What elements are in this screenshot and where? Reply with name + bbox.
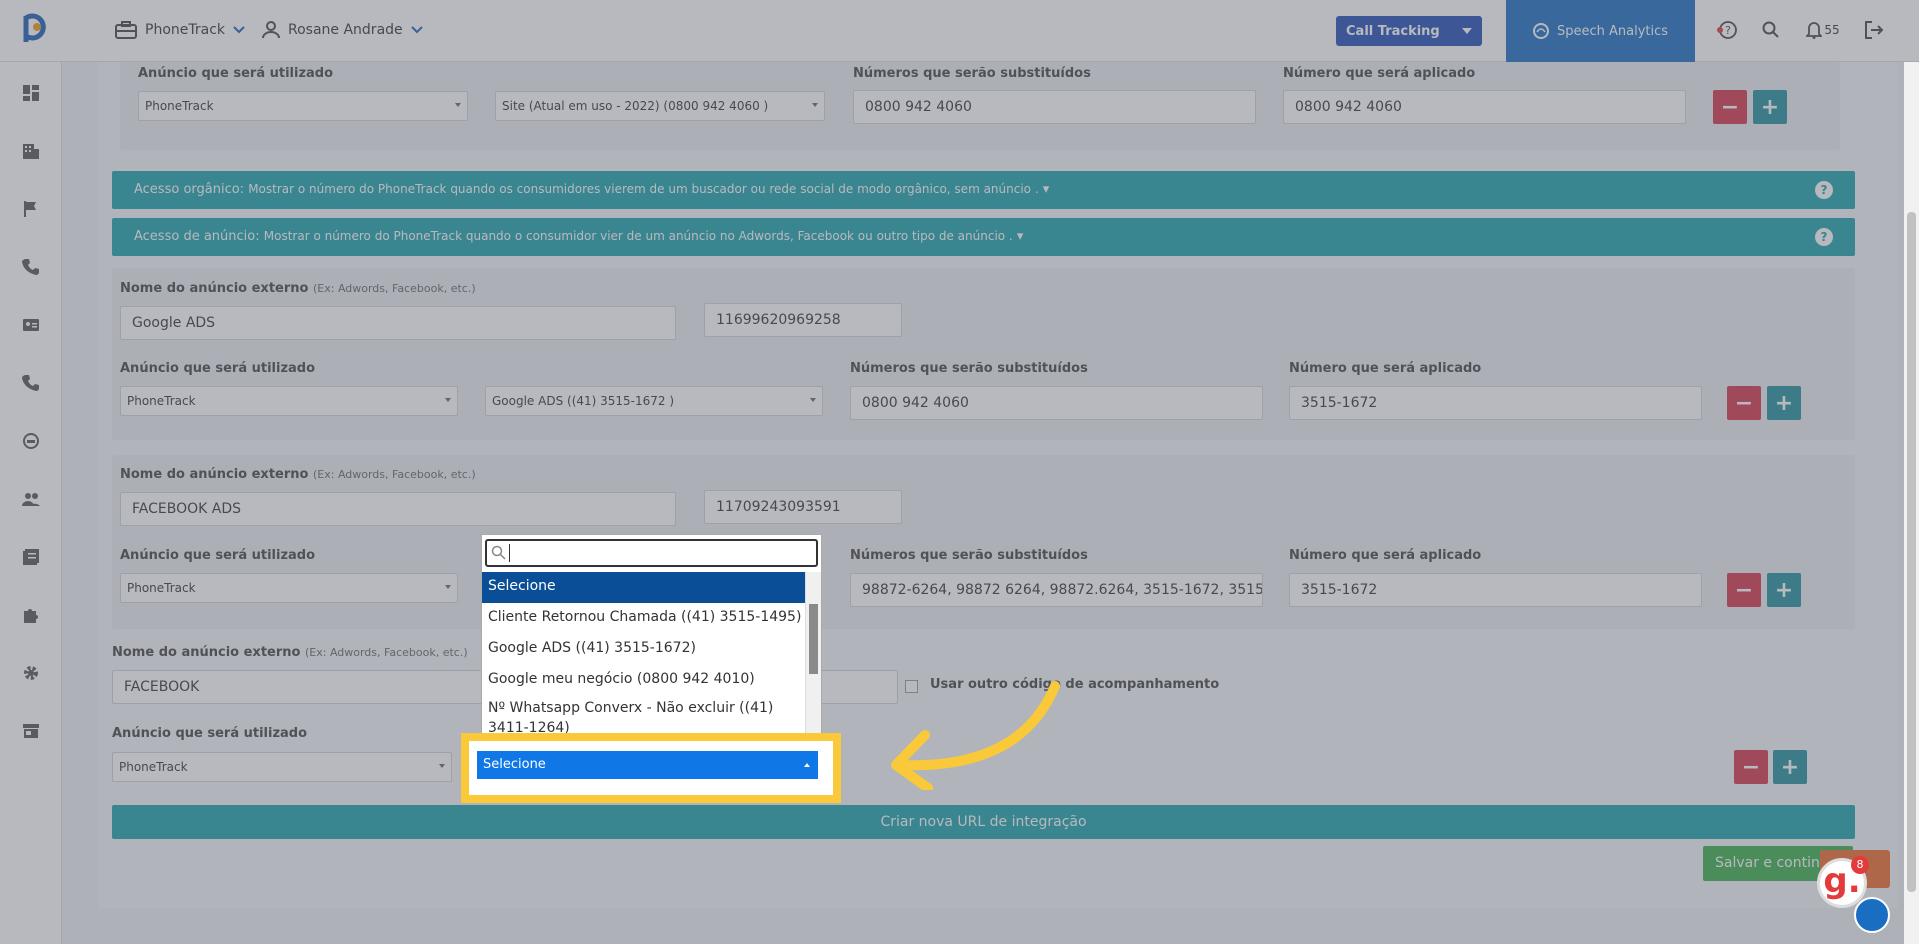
dropdown-option[interactable]: Selecione: [482, 572, 805, 603]
chat-badge: 8: [1851, 856, 1869, 874]
dim-overlay: [0, 0, 1919, 944]
dropdown-search-input[interactable]: [485, 539, 818, 567]
dropdown-option[interactable]: Google meu negócio (0800 942 4010): [482, 665, 805, 696]
dropdown-option[interactable]: Nº Whatsapp Converx - Não excluir ((41) …: [482, 696, 805, 736]
phonetrack-chat-icon[interactable]: [1854, 897, 1890, 933]
pointer-arrow-icon: [891, 681, 1060, 790]
search-icon: [491, 545, 506, 560]
dropdown-option[interactable]: Cliente Retornou Chamada ((41) 3515-1495…: [482, 603, 805, 634]
number-dropdown[interactable]: Selecione Cliente Retornou Chamada ((41)…: [481, 534, 822, 752]
highlight-frame: Selecione: [461, 733, 841, 803]
page-scrollbar[interactable]: [1904, 62, 1919, 944]
dropdown-scrollbar[interactable]: [805, 572, 821, 750]
caret-up-icon: [804, 763, 810, 767]
number-select-active[interactable]: Selecione: [477, 751, 818, 779]
dropdown-option[interactable]: Google ADS ((41) 3515-1672): [482, 634, 805, 665]
selected-value: Selecione: [483, 757, 546, 772]
